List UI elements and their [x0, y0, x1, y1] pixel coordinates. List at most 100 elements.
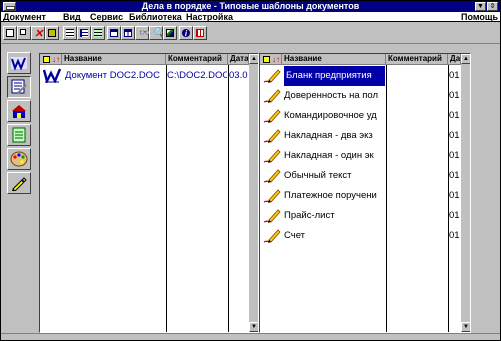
- item-name: Доверенность на пол: [284, 90, 379, 101]
- window-icon[interactable]: [107, 26, 121, 40]
- menu-settings[interactable]: Настройка: [186, 12, 233, 22]
- template-pen-icon: [263, 228, 281, 244]
- item-name: Платежное поручени: [284, 190, 377, 201]
- folder-mini-icon[interactable]: [263, 56, 270, 63]
- column-divider: [228, 65, 229, 332]
- template-pen-icon: [263, 168, 281, 184]
- window-title: Дела в порядке - Типовые шаблоны докумен…: [141, 1, 360, 11]
- list-item[interactable]: Обычный текст 01: [260, 166, 461, 186]
- item-date: 01: [449, 210, 460, 221]
- column-divider: [166, 65, 167, 332]
- window-split-icon[interactable]: [121, 26, 135, 40]
- menu-library[interactable]: Библиотека: [129, 12, 182, 22]
- notebook-button[interactable]: [7, 124, 31, 146]
- column-header-name[interactable]: Название: [62, 54, 166, 65]
- scroll-down-button[interactable]: ▼: [461, 322, 470, 332]
- pen-icon: [12, 177, 27, 191]
- list-view-icon[interactable]: [63, 26, 77, 40]
- menu-service[interactable]: Сервис: [90, 12, 123, 22]
- word-doc-icon: [11, 57, 27, 71]
- column-header-name[interactable]: Название: [282, 54, 386, 65]
- house-icon: [12, 105, 26, 118]
- list-item[interactable]: Документ DOC2.DOC C:\DOC2.DOC 03.0: [40, 66, 249, 85]
- template-pen-icon: [263, 108, 281, 124]
- notebook-icon: [12, 127, 26, 143]
- template-pen-icon: [263, 68, 281, 84]
- item-date: 01: [449, 110, 460, 121]
- status-bar: [1, 333, 500, 340]
- item-date: 01: [449, 90, 460, 101]
- calendar-icon[interactable]: [193, 26, 207, 40]
- template-pen-icon: [263, 88, 281, 104]
- left-toolbar: [7, 52, 32, 202]
- template-pen-icon: [263, 128, 281, 144]
- column-header-date[interactable]: Дата: [448, 54, 461, 65]
- column-header-comment[interactable]: Комментарий: [166, 54, 228, 65]
- sort-icon[interactable]: ↓↑: [52, 56, 60, 64]
- folder-mini-icon[interactable]: [43, 56, 50, 63]
- templates-button[interactable]: [7, 76, 31, 98]
- scroll-up-button[interactable]: ▲: [461, 54, 470, 64]
- menu-help[interactable]: Помощь: [461, 12, 498, 22]
- list-item[interactable]: Командировочное уд 01: [260, 106, 461, 126]
- item-date: 01: [449, 70, 460, 81]
- list-item[interactable]: Счет 01: [260, 226, 461, 246]
- new-doc-icon[interactable]: [3, 26, 17, 40]
- item-name: Бланк предприятия: [284, 66, 385, 86]
- item-name: Обычный текст: [284, 170, 352, 181]
- item-comment: C:\DOC2.DOC: [167, 70, 227, 81]
- templates-icon: [11, 79, 27, 94]
- list-item[interactable]: Накладная - два экз 01: [260, 126, 461, 146]
- app-window: Дела в порядке - Типовые шаблоны докумен…: [0, 0, 501, 341]
- template-pen-icon: [263, 208, 281, 224]
- item-date: 03.0: [229, 70, 248, 81]
- templates-list-panel[interactable]: ↓↑ Название Комментарий Дата Бланк предп…: [259, 53, 471, 333]
- restore-button[interactable]: ⇕: [487, 2, 498, 11]
- item-date: 01: [449, 230, 460, 241]
- binoculars-icon[interactable]: 👓: [135, 26, 150, 40]
- item-date: 01: [449, 150, 460, 161]
- item-date: 01: [449, 190, 460, 201]
- detail-view-icon[interactable]: [91, 26, 105, 40]
- column-header-comment[interactable]: Комментарий: [386, 54, 448, 65]
- vertical-scrollbar[interactable]: ▲ ▼: [461, 54, 470, 332]
- item-name: Командировочное уд: [284, 110, 377, 121]
- menu-view[interactable]: Вид: [63, 12, 81, 22]
- picture-icon[interactable]: [163, 26, 177, 40]
- delete-icon[interactable]: ✕: [31, 26, 45, 40]
- minimize-button[interactable]: ▼: [475, 2, 486, 11]
- search-icon[interactable]: 🔍: [149, 26, 164, 40]
- open-folder-icon[interactable]: [45, 26, 59, 40]
- documents-list-panel[interactable]: ↓↑ Название Комментарий Дата Документ DO…: [39, 53, 259, 333]
- left-header-icons: ↓↑: [40, 54, 62, 65]
- vertical-scrollbar[interactable]: ▲ ▼: [249, 54, 258, 332]
- palette-button[interactable]: [7, 148, 31, 170]
- item-name: Прайс-лист: [284, 210, 335, 221]
- scroll-down-button[interactable]: ▼: [249, 322, 258, 332]
- archive-button[interactable]: [7, 100, 31, 122]
- palette-icon: [10, 151, 28, 167]
- list-item[interactable]: Бланк предприятия 01: [260, 66, 461, 86]
- info-icon[interactable]: i: [179, 26, 193, 40]
- tree-view-icon[interactable]: [77, 26, 91, 40]
- item-name: Документ DOC2.DOC: [65, 70, 160, 81]
- menu-document[interactable]: Документ: [3, 12, 46, 22]
- scroll-up-button[interactable]: ▲: [249, 54, 258, 64]
- sort-icon[interactable]: ↓↑: [272, 56, 280, 64]
- column-header-date[interactable]: Дата: [228, 54, 249, 65]
- list-item[interactable]: Доверенность на пол 01: [260, 86, 461, 106]
- template-pen-icon: [263, 188, 281, 204]
- template-pen-icon: [263, 148, 281, 164]
- item-name: Накладная - два экз: [284, 130, 373, 141]
- list-item[interactable]: Платежное поручени 01: [260, 186, 461, 206]
- title-bar[interactable]: Дела в порядке - Типовые шаблоны докумен…: [1, 1, 500, 12]
- item-date: 01: [449, 130, 460, 141]
- pen-button[interactable]: [7, 172, 31, 194]
- word-documents-button[interactable]: [7, 52, 31, 74]
- word-doc-icon: [43, 68, 61, 83]
- toolbar: ✕ 👓 🔍 i: [1, 23, 500, 44]
- list-item[interactable]: Накладная - один эк 01: [260, 146, 461, 166]
- copy-doc-icon[interactable]: [17, 26, 31, 40]
- list-item[interactable]: Прайс-лист 01: [260, 206, 461, 226]
- item-name: Счет: [284, 230, 306, 241]
